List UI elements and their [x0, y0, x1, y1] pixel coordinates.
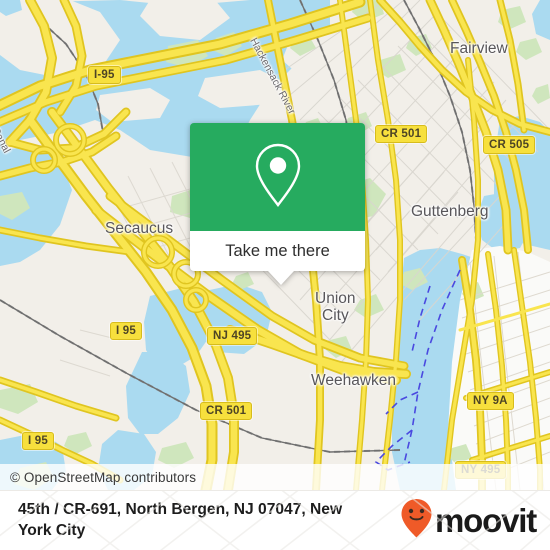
take-me-there-button[interactable]: Take me there [190, 231, 365, 271]
map-label-weehawken: Weehawken [311, 372, 397, 389]
moovit-wordmark: moovit [435, 502, 537, 539]
road-shield-i95-south: I 95 [22, 432, 54, 450]
map-pin-icon [250, 141, 306, 214]
map-screen: Secaucus Fairview Guttenberg Union City … [0, 0, 550, 550]
osm-attribution[interactable]: © OpenStreetMap contributors [0, 464, 550, 490]
map-label-secaucus: Secaucus [105, 220, 174, 237]
road-shield-cr501-south: CR 501 [200, 402, 253, 420]
map-label-guttenberg: Guttenberg [411, 203, 489, 220]
road-shield-nj495: NJ 495 [207, 327, 258, 345]
popup-tail-arrow [268, 271, 294, 285]
osm-attribution-text: © OpenStreetMap contributors [10, 469, 197, 485]
popup-pin-area [190, 123, 365, 231]
map-label-fairview: Fairview [450, 40, 508, 57]
road-shield-cr505: CR 505 [483, 136, 536, 154]
moovit-pin-logo-icon [400, 498, 433, 543]
take-me-there-label: Take me there [225, 241, 330, 260]
destination-popup[interactable]: Take me there [190, 123, 365, 285]
road-shield-i95-mid: I 95 [110, 322, 142, 340]
footer-bar: 45th / CR-691, North Bergen, NJ 07047, N… [0, 490, 550, 550]
road-shield-cr501-north: CR 501 [375, 125, 428, 143]
moovit-brand[interactable]: moovit [400, 498, 537, 543]
location-address: 45th / CR-691, North Bergen, NJ 07047, N… [18, 501, 343, 539]
road-shield-i95-north: I-95 [88, 66, 121, 84]
map-label-union: Union [315, 290, 356, 307]
road-shield-ny9a: NY 9A [467, 392, 514, 410]
map-label-city: City [322, 307, 349, 324]
